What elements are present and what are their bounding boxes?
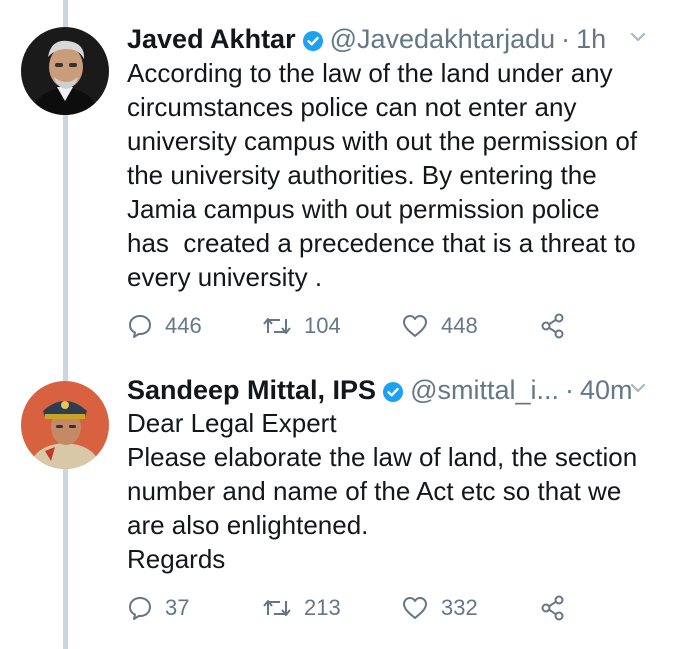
separator: · (565, 374, 574, 405)
retweet-count: 104 (304, 313, 341, 338)
tweet-header: Javed Akhtar @Javedakhtarjadu · 1h (127, 19, 660, 59)
like-button[interactable]: 448 (401, 306, 478, 346)
tweet-text: Dear Legal Expert Please elaborate the l… (127, 408, 638, 574)
reply-button[interactable]: 37 (127, 588, 189, 628)
author-handle[interactable]: @Javedakhtarjadu (330, 24, 556, 55)
retweet-button[interactable]: 104 (262, 306, 341, 346)
verified-badge-icon (382, 379, 404, 402)
retweet-icon (263, 600, 291, 616)
reply-count: 446 (165, 313, 202, 338)
reply-icon (129, 597, 151, 620)
author-name[interactable]: Sandeep Mittal, IPS (127, 375, 376, 406)
share-icon (541, 313, 564, 339)
reply-count: 37 (165, 595, 190, 620)
chevron-down-icon[interactable] (624, 374, 652, 402)
retweet-icon (263, 318, 291, 334)
tweet[interactable]: Sandeep Mittal, IPS @smittal_i... · 40m … (0, 360, 680, 649)
separator: · (561, 23, 571, 54)
retweet-button[interactable]: 213 (262, 588, 341, 628)
avatar[interactable] (21, 381, 109, 469)
chevron-down-icon[interactable] (624, 23, 652, 51)
like-count: 448 (441, 313, 478, 338)
share-icon (541, 595, 564, 621)
tweet-text: According to the law of the land under a… (127, 58, 638, 292)
tweet-header: Sandeep Mittal, IPS @smittal_i... · 40m (127, 370, 660, 410)
like-button[interactable]: 332 (401, 588, 478, 628)
verified-badge-icon (302, 28, 324, 51)
reply-button[interactable]: 446 (127, 306, 202, 346)
tweet-actions: 446 104 448 (127, 306, 587, 346)
reply-icon (129, 315, 151, 338)
avatar[interactable] (21, 27, 109, 115)
like-icon (403, 597, 427, 619)
timestamp[interactable]: 1h (576, 24, 606, 55)
author-handle[interactable]: @smittal_i... (410, 375, 559, 406)
tweet[interactable]: Javed Akhtar @Javedakhtarjadu · 1h Accor… (0, 0, 680, 360)
author-name[interactable]: Javed Akhtar (127, 24, 296, 55)
share-button[interactable] (539, 306, 579, 346)
like-icon (403, 315, 427, 337)
share-button[interactable] (539, 588, 579, 628)
retweet-count: 213 (304, 595, 341, 620)
tweet-actions: 37 213 332 (127, 588, 587, 628)
like-count: 332 (441, 595, 478, 620)
